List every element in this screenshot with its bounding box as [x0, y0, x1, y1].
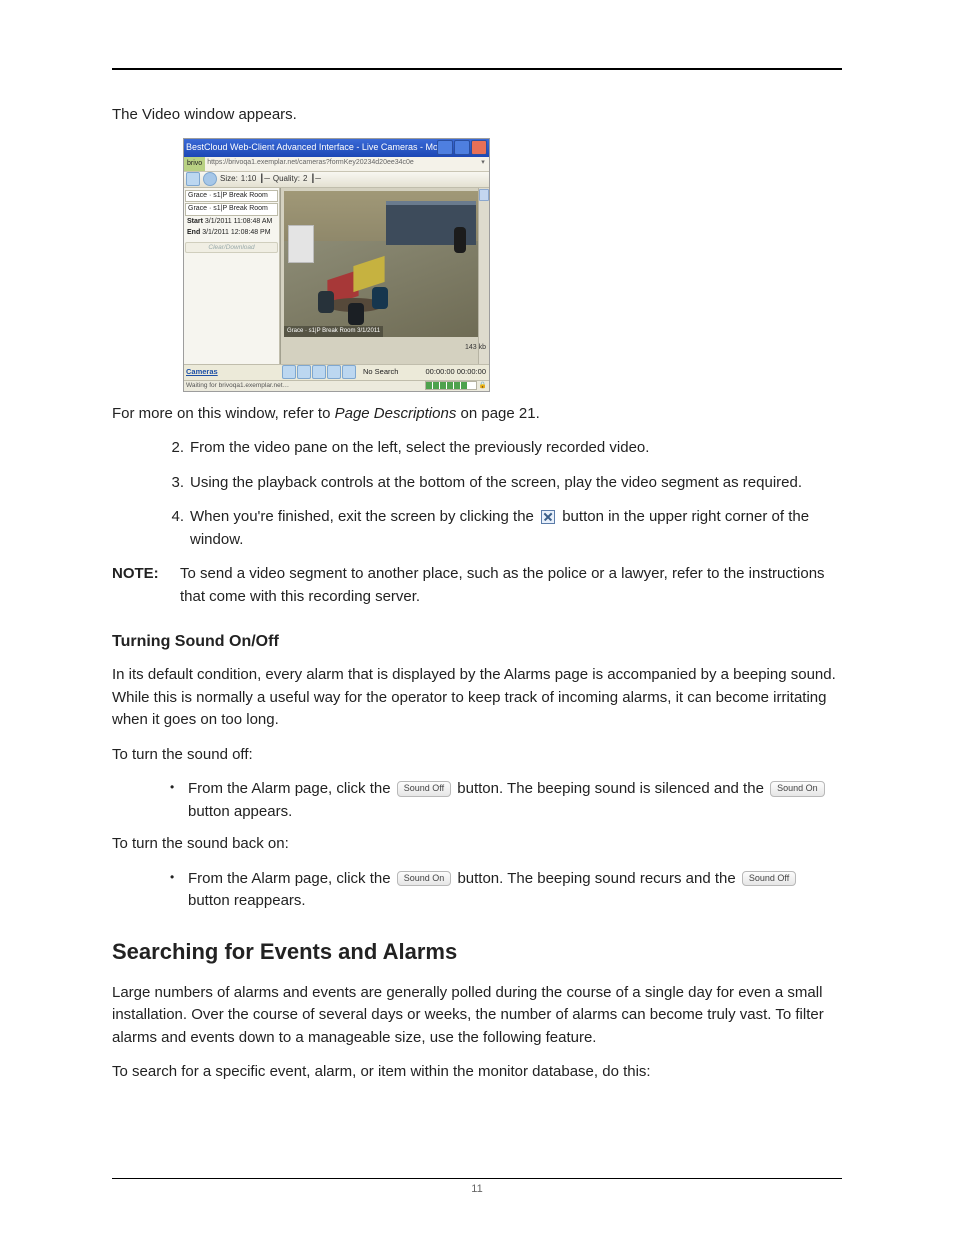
pause-icon[interactable]: [312, 365, 326, 379]
size-label: Size:: [220, 173, 238, 185]
quality-slider[interactable]: ┃─: [310, 173, 320, 185]
step-2-text: From the video pane on the left, select …: [190, 439, 649, 456]
search-do: To search for a specific event, alarm, o…: [112, 1061, 842, 1084]
camera-row-2[interactable]: Grace · s1|P Break Room: [185, 203, 278, 216]
url-dropdown-icon[interactable]: ▾: [477, 158, 489, 169]
url-badge: brivo: [184, 157, 205, 171]
end-value: 3/1/2011 12:08:48 PM: [202, 229, 270, 236]
sound-on-lead: To turn the sound back on:: [112, 833, 842, 856]
cameras-link[interactable]: Cameras: [184, 366, 282, 377]
fast-forward-icon[interactable]: [342, 365, 356, 379]
sound-off-button-graphic: Sound Off: [397, 781, 451, 797]
quality-label: Quality:: [273, 173, 300, 185]
end-row: End 3/1/2011 12:08:48 PM: [185, 228, 278, 239]
sound-intro: In its default condition, every alarm th…: [112, 664, 842, 732]
window-buttons: [437, 140, 487, 155]
end-label: End: [187, 229, 200, 236]
step-marker: 2.: [162, 437, 184, 460]
bottom-rule: [112, 1178, 842, 1179]
progress-bar: [425, 381, 477, 390]
top-rule: [112, 68, 842, 70]
step-4: 4. When you're finished, exit the screen…: [162, 506, 842, 551]
step-2: 2. From the video pane on the left, sele…: [162, 437, 842, 460]
screenshot-title: BestCloud Web-Client Advanced Interface …: [186, 141, 437, 155]
step-marker: 4.: [162, 506, 184, 529]
sound-on-a: From the Alarm page, click the: [188, 870, 395, 887]
address-bar: brivo https://brivoqa1.exemplar.net/came…: [184, 157, 489, 172]
close-x-icon: [541, 510, 555, 524]
page-number: 11: [0, 1181, 954, 1198]
sound-off-list: • From the Alarm page, click the Sound O…: [112, 778, 842, 823]
note-label: NOTE:: [112, 563, 170, 608]
step-3: 3. Using the playback controls at the bo…: [162, 472, 842, 495]
play-icon[interactable]: [327, 365, 341, 379]
step-marker: 3.: [162, 472, 184, 495]
sound-off-c: button appears.: [188, 803, 292, 820]
sound-on-list: • From the Alarm page, click the Sound O…: [112, 868, 842, 913]
sound-on-button-graphic: Sound On: [770, 781, 825, 797]
bullet-icon: •: [170, 778, 174, 796]
screenshot-video-area: Grace · s1|P Break Room 3/1/2011 143 kb: [280, 188, 489, 378]
size-value: 1:10: [241, 173, 257, 185]
video-window-screenshot: BestCloud Web-Client Advanced Interface …: [184, 139, 489, 391]
search-intro: Large numbers of alarms and events are g…: [112, 982, 842, 1050]
refer-text-a: For more on this window, refer to: [112, 405, 335, 422]
sound-off-lead: To turn the sound off:: [112, 744, 842, 767]
sound-on-c: button reappears.: [188, 892, 306, 909]
globe-tool-icon[interactable]: [203, 172, 217, 186]
screenshot-sidebar: Grace · s1|P Break Room Grace · s1|P Bre…: [184, 188, 280, 378]
quality-value: 2: [303, 173, 307, 185]
search-status: No Search: [363, 366, 398, 377]
start-row: Start 3/1/2011 11:08:48 AM: [185, 217, 278, 228]
start-value: 3/1/2011 11:08:48 AM: [205, 218, 272, 225]
playback-bar: Cameras No Search 00:00:00 00:00:00: [184, 364, 489, 381]
status-text: Waiting for brivoqa1.exemplar.net…: [184, 381, 425, 391]
close-window-icon[interactable]: [471, 140, 487, 155]
maximize-icon[interactable]: [454, 140, 470, 155]
sound-off-item: • From the Alarm page, click the Sound O…: [158, 778, 842, 823]
lock-icon: 🔒: [479, 381, 487, 391]
video-window-appears: The Video window appears.: [112, 104, 842, 127]
step-3-text: Using the playback controls at the botto…: [190, 474, 802, 491]
steps-list: 2. From the video pane on the left, sele…: [112, 437, 842, 551]
sound-on-b: button. The beeping sound recurs and the: [453, 870, 740, 887]
status-bar: Waiting for brivoqa1.exemplar.net… 🔒: [184, 380, 489, 391]
refer-text-b: on page 21.: [456, 405, 539, 422]
sound-on-item: • From the Alarm page, click the Sound O…: [158, 868, 842, 913]
search-heading: Searching for Events and Alarms: [112, 935, 842, 968]
sound-off-b: button. The beeping sound is silenced an…: [453, 780, 768, 797]
sound-off-button-graphic: Sound Off: [742, 871, 796, 887]
bullet-icon: •: [170, 868, 174, 886]
note-row: NOTE: To send a video segment to another…: [112, 563, 842, 608]
video-frame: Grace · s1|P Break Room 3/1/2011: [284, 191, 486, 337]
step-back-icon[interactable]: [297, 365, 311, 379]
refer-italic: Page Descriptions: [335, 405, 457, 422]
sound-on-button-graphic: Sound On: [397, 871, 452, 887]
grid-tool-icon[interactable]: [186, 172, 200, 186]
size-slider[interactable]: ┃─: [259, 173, 269, 185]
video-caption: Grace · s1|P Break Room 3/1/2011: [284, 326, 383, 337]
sound-off-a: From the Alarm page, click the: [188, 780, 395, 797]
minimize-icon[interactable]: [437, 140, 453, 155]
start-label: Start: [187, 218, 203, 225]
url-text: https://brivoqa1.exemplar.net/cameras?fo…: [207, 158, 477, 169]
refer-line: For more on this window, refer to Page D…: [112, 403, 842, 426]
camera-row-1[interactable]: Grace · s1|P Break Room: [185, 190, 278, 203]
screenshot-titlebar: BestCloud Web-Client Advanced Interface …: [184, 139, 489, 157]
timecode: 00:00:00 00:00:00: [426, 366, 486, 377]
note-text: To send a video segment to another place…: [180, 563, 842, 608]
rewind-full-icon[interactable]: [282, 365, 296, 379]
sound-heading: Turning Sound On/Off: [112, 630, 842, 654]
kb-indicator: 143 kb: [465, 343, 486, 354]
step-4-text-a: When you're finished, exit the screen by…: [190, 508, 538, 525]
screenshot-toolbar: Size: 1:10 ┃─ Quality: 2 ┃─: [184, 172, 489, 188]
sidebar-download-button[interactable]: Clear/Download: [185, 242, 278, 254]
